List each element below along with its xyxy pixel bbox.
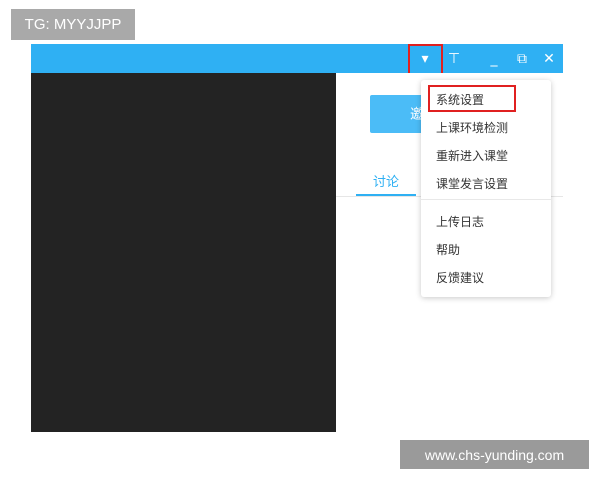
minimize-button[interactable]: _ bbox=[481, 44, 507, 73]
title-bar: ▾ ⊤ _ ⧉ ✕ bbox=[31, 44, 563, 79]
settings-dropdown-menu: 系统设置 上课环境检测 重新进入课堂 课堂发言设置 上传日志 帮助 反馈建议 bbox=[421, 80, 551, 297]
menu-item-help[interactable]: 帮助 bbox=[421, 235, 551, 263]
menu-divider bbox=[421, 199, 551, 200]
close-button[interactable]: ✕ bbox=[536, 44, 562, 73]
menu-item-speech-settings[interactable]: 课堂发言设置 bbox=[421, 169, 551, 197]
dropdown-toggle-button[interactable]: ▾ bbox=[409, 44, 441, 73]
tab-discussion[interactable]: 讨论 bbox=[356, 166, 416, 196]
menu-item-feedback[interactable]: 反馈建议 bbox=[421, 263, 551, 291]
watermark: www.chs-yunding.com bbox=[400, 440, 589, 469]
menu-item-reenter-class[interactable]: 重新进入课堂 bbox=[421, 141, 551, 169]
caret-down-icon: ▾ bbox=[421, 50, 429, 67]
restore-button[interactable]: ⧉ bbox=[509, 44, 535, 73]
menu-item-upload-log[interactable]: 上传日志 bbox=[421, 207, 551, 235]
pin-button[interactable]: ⊤ bbox=[441, 44, 467, 73]
video-area bbox=[31, 73, 336, 432]
menu-item-system-settings[interactable]: 系统设置 bbox=[421, 85, 551, 113]
close-icon: ✕ bbox=[543, 50, 555, 67]
tag-badge: TG: MYYJJPP bbox=[11, 9, 135, 40]
menu-item-environment-check[interactable]: 上课环境检测 bbox=[421, 113, 551, 141]
restore-icon: ⧉ bbox=[517, 50, 527, 67]
minimize-icon: _ bbox=[490, 50, 498, 67]
pin-icon: ⊤ bbox=[447, 50, 461, 67]
